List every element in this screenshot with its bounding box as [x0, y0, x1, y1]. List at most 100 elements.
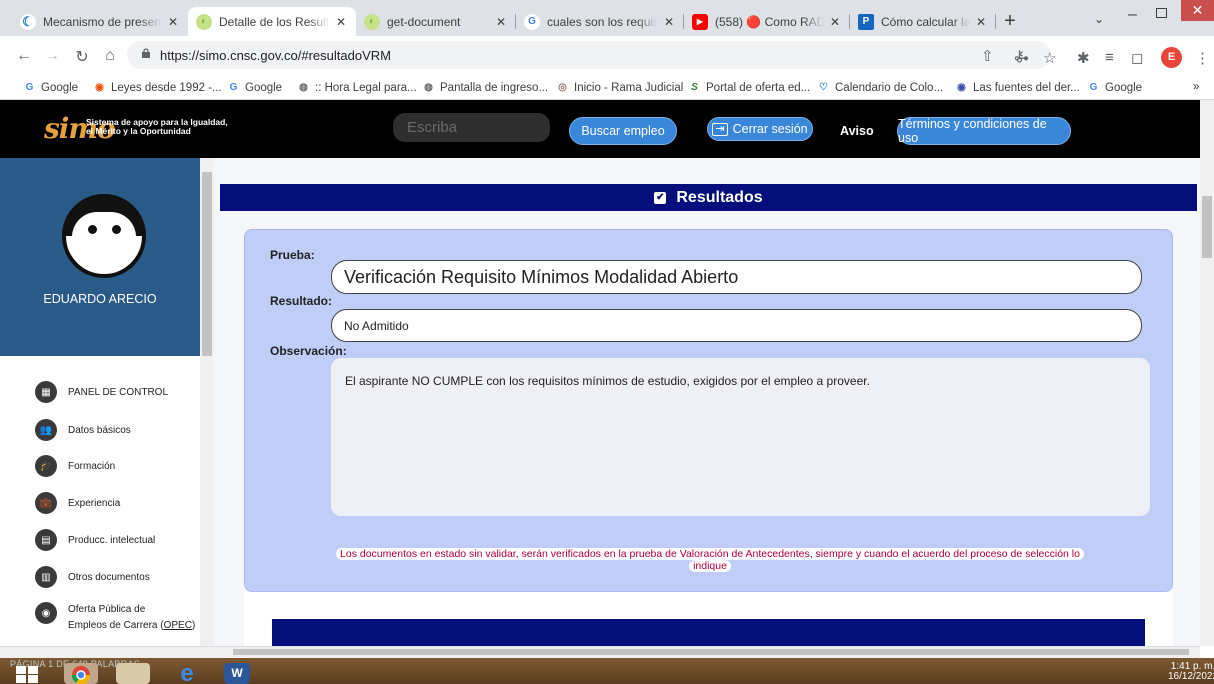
word-taskbar-icon[interactable]: W [224, 663, 250, 684]
observacion-label: Observación: [270, 344, 347, 358]
resultado-field[interactable]: No Admitido [331, 309, 1142, 342]
leyes-icon: ◉ [95, 82, 104, 93]
sidebar-horizontal-scrollbar[interactable] [0, 646, 214, 658]
back-icon[interactable]: ← [14, 47, 34, 65]
sidebar-item-opec[interactable]: ◉ Oferta Pública de Empleos de Carrera (O… [35, 602, 195, 634]
bookmarks-overflow[interactable]: » [1193, 81, 1199, 93]
extensions-icon[interactable]: ✱ [1077, 49, 1090, 67]
tab-mecanismo[interactable]: ☾ Mecanismo de presentac ✕ [12, 7, 188, 36]
bookmark-google[interactable]: G Google [1087, 81, 1142, 94]
prueba-field[interactable]: Verificación Requisito Mínimos Modalidad… [331, 260, 1142, 294]
close-icon[interactable]: ✕ [828, 15, 842, 29]
avatar [62, 194, 146, 278]
simo-icon: ◐ [196, 13, 212, 30]
menu-icon[interactable]: ⋮ [1195, 49, 1210, 67]
tab-get-document[interactable]: ◐ get-document ✕ [356, 7, 516, 36]
results-header: ✔ Resultados [220, 184, 1197, 211]
internet-explorer-icon[interactable]: e [170, 662, 204, 684]
tab-title: Cómo calcular la prima [881, 14, 970, 29]
file-explorer-taskbar-icon[interactable] [116, 663, 150, 684]
reload-icon[interactable]: ↻ [72, 47, 92, 67]
sidebar: EDUARDO ARECIO ▦ PANEL DE CONTROL 👥 Datos … [0, 158, 214, 646]
sidebar-item-otros-documentos[interactable]: ▥ Otros documentos [35, 566, 150, 588]
star-icon[interactable]: ☆ [1043, 49, 1056, 67]
bookmark-fuentes-derecho[interactable]: ◉ Las fuentes del der... [955, 81, 1080, 94]
sidebar-item-panel-control[interactable]: ▦ PANEL DE CONTROL [35, 381, 168, 403]
bookmark-leyes[interactable]: ◉ Leyes desde 1992 -... [93, 81, 221, 94]
close-icon[interactable]: ✕ [662, 15, 676, 29]
tab-cuales-requisitos[interactable]: G cuales son los requisitos ✕ [516, 7, 684, 36]
forward-icon[interactable]: → [42, 47, 62, 65]
search-input[interactable] [393, 113, 550, 142]
bookmark-calendario[interactable]: ♡ Calendario de Colo... [817, 81, 943, 94]
google-icon: G [229, 82, 238, 93]
bookmarks-bar: G Google ◉ Leyes desde 1992 -... G Google ◍… [0, 78, 1214, 100]
globe-icon: ◉ [35, 602, 57, 624]
sp-icon: S [691, 82, 698, 93]
browser-tab-strip: ☾ Mecanismo de presentac ✕ ◐ Detalle de … [0, 0, 1214, 36]
validation-notice: Los documentos en estado sin validar, se… [275, 548, 1145, 572]
dashboard-icon: ▦ [35, 381, 57, 403]
page-scroll-thumb[interactable] [1202, 196, 1212, 258]
reading-list-icon[interactable]: ≡ [1105, 49, 1114, 66]
tab-title: Detalle de los Resultado [219, 14, 330, 29]
cerrar-sesion-button[interactable]: ⇥ Cerrar sesión [707, 117, 813, 141]
chevron-down-icon[interactable]: ⌄ [1094, 12, 1104, 26]
logout-icon: ⇥ [712, 122, 728, 136]
page-scrollbar[interactable] [1200, 100, 1214, 646]
tab-detalle-resultados[interactable]: ◐ Detalle de los Resultado ✕ [188, 7, 356, 36]
google-icon: G [524, 13, 540, 30]
profile-panel: EDUARDO ARECIO [0, 158, 200, 356]
sidebar-item-experiencia[interactable]: 💼 Experiencia [35, 492, 120, 514]
observacion-field[interactable]: El aspirante NO CUMPLE con los requisito… [331, 358, 1150, 516]
results-panel: ✔ Resultados Prueba: Verificación Requisi… [214, 158, 1200, 646]
sidebar-item-formacion[interactable]: 🎓 Formación [35, 455, 115, 477]
terminos-button[interactable]: Términos y condiciones de uso [897, 117, 1071, 145]
tab-youtube-radicar[interactable]: ▶ (558) 🔴 Como RADICAR ✕ [684, 7, 850, 36]
globe-icon: ◍ [299, 82, 308, 93]
profile-avatar[interactable]: E [1161, 47, 1182, 68]
book-icon: ▤ [35, 529, 57, 551]
window-close-icon[interactable]: ✕ [1181, 0, 1214, 21]
heart-icon: ♡ [819, 82, 828, 93]
sidebar-item-datos-basicos[interactable]: 👥 Datos básicos [35, 419, 131, 441]
close-icon[interactable]: ✕ [166, 15, 180, 29]
tab-calcular-prima[interactable]: P Cómo calcular la prima ✕ [850, 7, 996, 36]
bookmark-google[interactable]: G Google [23, 81, 78, 94]
sidebar-item-produccion-intelectual[interactable]: ▤ Producc. intelectual [35, 529, 155, 551]
google-icon: G [1089, 82, 1098, 93]
address-bar[interactable]: https://simo.cnsc.gov.co/#resultadoVRM ⚷… [127, 41, 1051, 69]
side-panel-icon[interactable]: ◻ [1131, 49, 1143, 67]
bookmark-hora-legal[interactable]: ◍:: Hora Legal para... [297, 81, 417, 94]
close-icon[interactable]: ✕ [974, 15, 988, 29]
close-icon[interactable]: ✕ [334, 15, 348, 29]
bookmark-pantalla-ingreso[interactable]: ◍ Pantalla de ingreso... [422, 81, 548, 94]
tab-title: cuales son los requisitos [547, 14, 658, 29]
home-icon[interactable]: ⌂ [100, 47, 120, 65]
simo-logo[interactable]: simo Sistema de apoyo para la Igualdad, e… [44, 110, 228, 150]
sidebar-scroll-thumb[interactable] [202, 172, 212, 356]
circle-icon: ◉ [957, 82, 966, 93]
buscar-empleo-button[interactable]: Buscar empleo [569, 117, 677, 145]
bookmark-google[interactable]: G Google [227, 81, 282, 94]
aviso-link[interactable]: Aviso [840, 124, 874, 138]
youtube-icon: ▶ [692, 13, 708, 30]
tab-title: get-document [387, 14, 461, 29]
taskbar-clock[interactable]: 1:41 p. m. 16/12/2022 [1168, 662, 1214, 682]
minimize-icon[interactable]: – [1128, 6, 1137, 24]
password-icon[interactable]: ⊶ [1014, 49, 1029, 67]
logo-tagline: Sistema de apoyo para la Igualdad, el Mér… [86, 117, 228, 136]
bookmark-rama-judicial[interactable]: ◎ Inicio - Rama Judicial [556, 81, 683, 94]
tab-title: Mecanismo de presentac [43, 14, 162, 29]
main-horizontal-thumb[interactable] [233, 649, 1189, 655]
close-icon[interactable]: ✕ [494, 15, 508, 29]
new-tab-button[interactable]: + [999, 10, 1021, 33]
simo-icon: ◐ [364, 13, 380, 30]
maximize-icon[interactable] [1156, 8, 1167, 18]
share-icon[interactable]: ⇧ [981, 47, 994, 65]
bookmark-portal-oferta[interactable]: S Portal de oferta ed... [688, 81, 810, 94]
windows-start-icon[interactable] [14, 665, 40, 684]
lock-icon [142, 48, 150, 58]
resultado-label: Resultado: [270, 294, 333, 308]
chrome-taskbar-icon[interactable] [64, 663, 98, 684]
